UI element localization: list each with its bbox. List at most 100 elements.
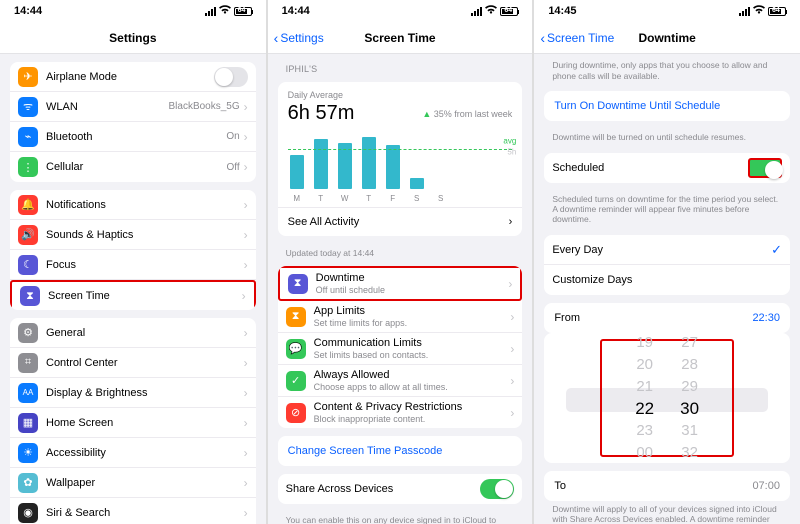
- row-notifications[interactable]: 🔔Notifications›: [10, 190, 256, 220]
- picker-min-29[interactable]: 29: [681, 378, 698, 396]
- status-bar: 14:45 64: [534, 0, 800, 22]
- every-day-label: Every Day: [552, 244, 771, 256]
- row-airplane-mode[interactable]: ✈Airplane Mode: [10, 62, 256, 92]
- row-home-screen[interactable]: ▦Home Screen›: [10, 408, 256, 438]
- row-label: Screen Time: [48, 290, 242, 302]
- picker-hour-20[interactable]: 20: [636, 356, 653, 374]
- chevron-right-icon: ›: [510, 406, 514, 420]
- bar-M: [290, 155, 304, 189]
- from-row[interactable]: From 22:30: [544, 303, 790, 333]
- hourglass-icon: ⧗: [288, 274, 308, 294]
- scheduled-row[interactable]: Scheduled: [544, 153, 790, 183]
- picker-min-27[interactable]: 27: [681, 334, 698, 352]
- nav-bar: ‹ Settings Screen Time: [268, 22, 533, 54]
- every-day-row[interactable]: Every Day ✓: [544, 235, 790, 265]
- siri-icon: ◉: [18, 503, 38, 523]
- row-control-center[interactable]: ⌗Control Center›: [10, 348, 256, 378]
- back-button[interactable]: ‹ Screen Time: [534, 31, 614, 45]
- scheduled-label: Scheduled: [552, 162, 748, 174]
- picker-minutes[interactable]: 27 28 29 30 31 32: [680, 334, 699, 462]
- row-label: Sounds & Haptics: [46, 229, 244, 241]
- picker-hour-00[interactable]: 00: [636, 444, 653, 462]
- row-value: BlackBooks_5G: [169, 101, 240, 112]
- picker-min-30[interactable]: 30: [680, 400, 699, 418]
- status-time: 14:44: [14, 5, 42, 17]
- picker-hour-19[interactable]: 19: [636, 334, 653, 352]
- row-display-brightness[interactable]: AADisplay & Brightness›: [10, 378, 256, 408]
- row-wlan[interactable]: ᯤ WLANBlackBooks_5G ›: [10, 92, 256, 122]
- row-general[interactable]: ⚙General›: [10, 318, 256, 348]
- picker-hour-23[interactable]: 23: [636, 422, 653, 440]
- chevron-right-icon: ›: [244, 130, 248, 144]
- bell-icon: 🔔: [18, 195, 38, 215]
- status-bar: 14:44 64: [0, 0, 266, 22]
- picker-min-32[interactable]: 32: [681, 444, 698, 462]
- share-note: You can enable this on any device signed…: [268, 512, 533, 524]
- turn-on-downtime-button[interactable]: Turn On Downtime Until Schedule: [544, 91, 790, 121]
- row-downtime[interactable]: ⧗DowntimeOff until schedule›: [278, 266, 523, 301]
- row-cellular[interactable]: ⋮CellularOff›: [10, 152, 256, 182]
- turn-on-label: Turn On Downtime Until Schedule: [554, 100, 720, 112]
- wifi-icon: [753, 5, 765, 18]
- row-focus[interactable]: ☾Focus›: [10, 250, 256, 280]
- arrow-up-icon: ▲: [422, 109, 431, 119]
- to-note: Downtime will apply to all of your devic…: [534, 501, 800, 524]
- row-siri-search[interactable]: ◉Siri & Search›: [10, 498, 256, 524]
- group-connectivity: ✈Airplane ModeᯤWLANBlackBooks_5G›⌁Blueto…: [10, 62, 256, 182]
- row-subtitle: Block inappropriate content.: [314, 414, 511, 424]
- from-value: 22:30: [752, 312, 780, 324]
- scheduled-toggle[interactable]: [748, 158, 782, 178]
- row-subtitle: Set time limits for apps.: [314, 318, 511, 328]
- share-toggle[interactable]: [480, 479, 514, 499]
- usage-chart-card[interactable]: Daily Average 6h 57m ▲ 35% from last wee…: [278, 82, 523, 236]
- moon-icon: ☾: [18, 255, 38, 275]
- nav-bar: Settings: [0, 22, 266, 54]
- row-label: WLAN: [46, 101, 169, 113]
- row-value: On: [226, 131, 239, 142]
- picker-hour-22[interactable]: 22: [635, 400, 654, 418]
- row-screen-time[interactable]: ⧗Screen Time›: [10, 280, 256, 310]
- picker-hour-21[interactable]: 21: [636, 378, 653, 396]
- row-sounds-haptics[interactable]: 🔊Sounds & Haptics›: [10, 220, 256, 250]
- row-bluetooth[interactable]: ⌁BluetoothOn›: [10, 122, 256, 152]
- to-row[interactable]: To 07:00: [544, 471, 790, 501]
- row-wallpaper[interactable]: ✿Wallpaper›: [10, 468, 256, 498]
- limits-icon: ⧗: [286, 307, 306, 327]
- toggle[interactable]: [214, 67, 248, 87]
- row-communication-limits[interactable]: 💬Communication LimitsSet limits based on…: [278, 333, 523, 365]
- status-time: 14:44: [282, 5, 310, 17]
- turn-on-note: Downtime will be turned on until schedul…: [534, 129, 800, 145]
- change-passcode-button[interactable]: Change Screen Time Passcode: [278, 436, 523, 466]
- flower-icon: ✿: [18, 473, 38, 493]
- customize-days-row[interactable]: Customize Days: [544, 265, 790, 295]
- row-label: App Limits: [314, 305, 511, 317]
- row-content-privacy-restrictions[interactable]: ⊘Content & Privacy RestrictionsBlock ina…: [278, 397, 523, 428]
- row-subtitle: Off until schedule: [316, 285, 509, 295]
- back-button[interactable]: ‹ Settings: [268, 31, 324, 45]
- picker-min-31[interactable]: 31: [681, 422, 698, 440]
- picker-hours[interactable]: 19 20 21 22 23 00: [635, 334, 654, 462]
- chevron-right-icon: ›: [244, 198, 248, 212]
- share-across-devices-row[interactable]: Share Across Devices: [278, 474, 523, 504]
- see-all-activity-row[interactable]: See All Activity ›: [278, 207, 523, 228]
- status-bar: 14:44 64: [268, 0, 533, 22]
- battery-icon: 64: [768, 7, 786, 16]
- gear-icon: ⚙: [18, 323, 38, 343]
- row-accessibility[interactable]: ☀Accessibility›: [10, 438, 256, 468]
- row-always-allowed[interactable]: ✓Always AllowedChoose apps to allow at a…: [278, 365, 523, 397]
- cell-icon: ⋮: [18, 157, 38, 177]
- chevron-right-icon: ›: [244, 506, 248, 520]
- grid-icon: ▦: [18, 413, 38, 433]
- row-app-limits[interactable]: ⧗ App LimitsSet time limits for apps.›: [278, 301, 523, 333]
- time-picker[interactable]: 19 20 21 22 23 00 27 28 29 30 31 32: [544, 333, 790, 463]
- picker-min-28[interactable]: 28: [681, 356, 698, 374]
- wifi-icon: [219, 5, 231, 18]
- row-label: Downtime: [316, 272, 509, 284]
- bar-T: [362, 137, 376, 189]
- row-label: Content & Privacy Restrictions: [314, 401, 511, 413]
- chevron-right-icon: ›: [244, 100, 248, 114]
- wifi-icon: ᯤ: [18, 97, 38, 117]
- chevron-right-icon: ›: [510, 310, 514, 324]
- change-passcode-label: Change Screen Time Passcode: [288, 445, 443, 457]
- chevron-right-icon: ›: [244, 356, 248, 370]
